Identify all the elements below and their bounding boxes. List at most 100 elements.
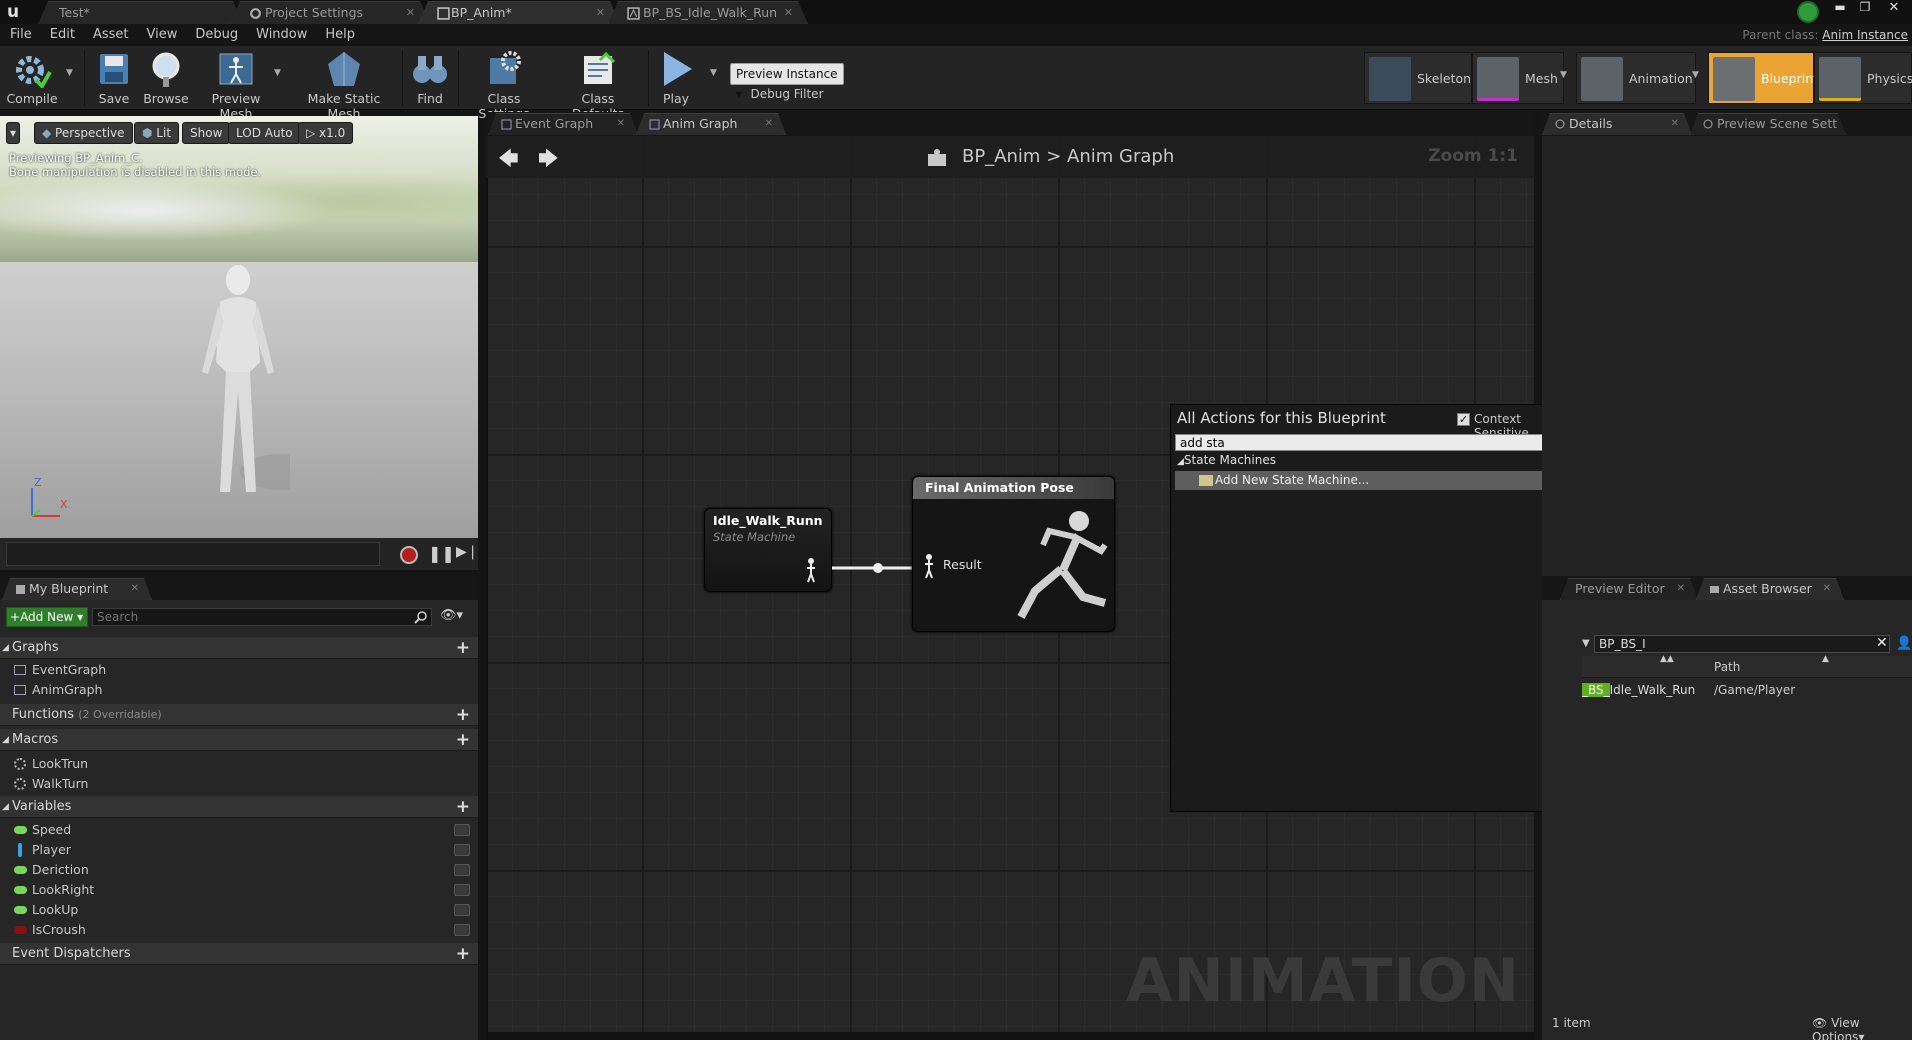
- lod-auto-button[interactable]: LOD Auto: [228, 122, 301, 144]
- close-window-button[interactable]: ✕: [1880, 0, 1908, 18]
- close-icon[interactable]: ✕: [596, 2, 605, 24]
- final-animation-pose-node[interactable]: Final Animation Pose Result: [912, 476, 1115, 632]
- preview-mesh-dropdown[interactable]: ▼: [274, 68, 284, 78]
- mode-skeleton[interactable]: Skeleton: [1364, 52, 1472, 104]
- breadcrumb-leaf[interactable]: Anim Graph: [1067, 146, 1174, 167]
- mode-animation[interactable]: Animation: [1576, 52, 1696, 104]
- tab-bp-anim[interactable]: BP_Anim* ✕: [418, 1, 620, 24]
- close-icon[interactable]: ✕: [765, 114, 773, 134]
- view-options-button[interactable]: 👁 View Options▾: [1812, 1016, 1912, 1040]
- minimize-button[interactable]: ▬: [1830, 0, 1850, 18]
- view-options-eye-icon[interactable]: 👁▾: [440, 608, 463, 623]
- action-item-add-new-state-machine[interactable]: Add New State Machine...: [1175, 471, 1575, 490]
- record-button[interactable]: [400, 546, 418, 564]
- ue-logo-icon[interactable]: u: [2, 1, 24, 23]
- browse-button[interactable]: Browse: [142, 48, 190, 108]
- menu-debug[interactable]: Debug: [186, 24, 247, 46]
- user-icon[interactable]: 👤: [1896, 636, 1912, 651]
- macro-item-walkturn[interactable]: WalkTurn: [0, 774, 478, 794]
- asset-search-input[interactable]: [1594, 635, 1890, 653]
- add-macro-button[interactable]: +: [456, 729, 470, 751]
- save-button[interactable]: Save: [92, 48, 136, 108]
- visibility-eye-icon[interactable]: [454, 864, 470, 876]
- variable-item-player[interactable]: Player: [0, 840, 478, 860]
- add-variable-button[interactable]: +: [456, 796, 470, 818]
- tab-anim-graph[interactable]: Anim Graph ✕: [636, 113, 786, 135]
- variable-item-lookright[interactable]: LookRight: [0, 880, 478, 900]
- show-button[interactable]: Show: [182, 122, 231, 144]
- back-arrow-button[interactable]: 🡄: [498, 144, 519, 178]
- make-static-mesh-button[interactable]: Make Static Mesh: [294, 48, 394, 121]
- step-forward-button[interactable]: ▶❘: [456, 544, 479, 560]
- forward-arrow-button[interactable]: 🡆: [538, 144, 559, 178]
- preview-instance-dropdown[interactable]: Preview Instance ▾: [730, 63, 844, 101]
- visibility-eye-icon[interactable]: [454, 924, 470, 936]
- mesh-mode-dropdown[interactable]: ▼: [1560, 70, 1570, 80]
- macros-section-header[interactable]: ◢ Macros +: [0, 729, 478, 751]
- visibility-eye-icon[interactable]: [454, 904, 470, 916]
- variable-item-speed[interactable]: Speed: [0, 820, 478, 840]
- class-settings-button[interactable]: Class Settings: [464, 48, 544, 121]
- menu-asset[interactable]: Asset: [84, 24, 138, 46]
- close-icon[interactable]: ✕: [1677, 579, 1685, 599]
- timeline-scrubber[interactable]: [6, 542, 380, 566]
- menu-file[interactable]: File: [1, 24, 41, 46]
- menu-view[interactable]: View: [138, 24, 187, 46]
- visibility-eye-icon[interactable]: [454, 884, 470, 896]
- tab-event-graph[interactable]: Event Graph ✕: [488, 113, 638, 135]
- add-function-button[interactable]: +: [456, 704, 470, 726]
- path-sort-icon[interactable]: ▲: [1822, 654, 1829, 664]
- close-icon[interactable]: ✕: [784, 2, 793, 24]
- animation-mode-dropdown[interactable]: ▼: [1692, 70, 1702, 80]
- variable-item-lookup[interactable]: LookUp: [0, 900, 478, 920]
- variable-item-iscroush[interactable]: IsCroush: [0, 920, 478, 940]
- functions-section-header[interactable]: Functions (2 Overridable) +: [0, 704, 478, 726]
- graph-item-eventgraph[interactable]: EventGraph: [0, 660, 478, 680]
- tab-details[interactable]: Details ✕: [1542, 113, 1692, 135]
- pause-button[interactable]: ❚❚: [428, 544, 455, 563]
- tab-asset-browser[interactable]: Asset Browser ✕: [1696, 578, 1844, 600]
- pose-output-pin-icon[interactable]: [805, 557, 817, 583]
- play-button[interactable]: Play: [654, 48, 698, 108]
- name-sort-icon[interactable]: ▲▲: [1660, 654, 1674, 664]
- context-sensitive-checkbox[interactable]: ✓: [1457, 413, 1470, 426]
- lit-button[interactable]: ⬢ Lit: [134, 122, 180, 144]
- visibility-eye-icon[interactable]: [454, 844, 470, 856]
- play-rate-button[interactable]: ▷ x1.0: [298, 122, 354, 144]
- preview-mesh-button[interactable]: Preview Mesh: [196, 48, 276, 121]
- close-icon[interactable]: ✕: [406, 2, 415, 24]
- close-icon[interactable]: ✕: [131, 579, 139, 599]
- action-search-input[interactable]: [1175, 434, 1575, 451]
- tab-test[interactable]: Test*: [38, 1, 243, 24]
- compile-button[interactable]: Compile: [6, 48, 58, 108]
- filter-dropdown[interactable]: ▼: [1582, 638, 1590, 649]
- parent-class-link[interactable]: Anim Instance: [1822, 28, 1908, 42]
- menu-window[interactable]: Window: [247, 24, 316, 46]
- mode-physics[interactable]: Physics: [1814, 52, 1912, 104]
- source-control-icon[interactable]: [1797, 1, 1819, 23]
- class-defaults-button[interactable]: Class Defaults: [556, 48, 640, 121]
- find-button[interactable]: Find: [408, 48, 452, 108]
- pose-input-pin-icon[interactable]: [923, 553, 935, 579]
- tab-preview-editor[interactable]: Preview Editor ✕: [1560, 578, 1698, 600]
- play-options-dropdown[interactable]: ▼: [710, 68, 720, 78]
- add-graph-button[interactable]: +: [456, 637, 470, 659]
- variable-item-deriction[interactable]: Deriction: [0, 860, 478, 880]
- tab-preview-scene-settings[interactable]: Preview Scene Sett: [1690, 113, 1846, 135]
- tab-bp-bs-idle-walk-run[interactable]: BP_BS_Idle_Walk_Run ✕: [608, 1, 808, 24]
- event-dispatchers-section-header[interactable]: Event Dispatchers +: [0, 943, 478, 965]
- menu-edit[interactable]: Edit: [41, 24, 84, 46]
- close-icon[interactable]: ✕: [1671, 114, 1679, 134]
- mode-mesh[interactable]: Mesh: [1472, 52, 1564, 104]
- graphs-section-header[interactable]: ◢ Graphs +: [0, 637, 478, 659]
- preview-viewport[interactable]: ▾ ◆ Perspective ⬢ Lit Show LOD Auto ▷ x1…: [0, 116, 478, 538]
- compile-options-dropdown[interactable]: ▼: [66, 68, 76, 78]
- mode-blueprint[interactable]: Blueprint: [1708, 52, 1818, 104]
- maximize-button[interactable]: ❐: [1855, 0, 1875, 18]
- close-icon[interactable]: ✕: [1823, 579, 1831, 599]
- macro-item-looktrun[interactable]: LookTrun: [0, 754, 478, 774]
- add-dispatcher-button[interactable]: +: [456, 943, 470, 965]
- perspective-button[interactable]: ◆ Perspective: [34, 122, 133, 144]
- add-new-button[interactable]: +Add New ▾: [6, 607, 88, 627]
- asset-row[interactable]: _BS_Idle_Walk_Run /Game/Player: [1582, 680, 1912, 700]
